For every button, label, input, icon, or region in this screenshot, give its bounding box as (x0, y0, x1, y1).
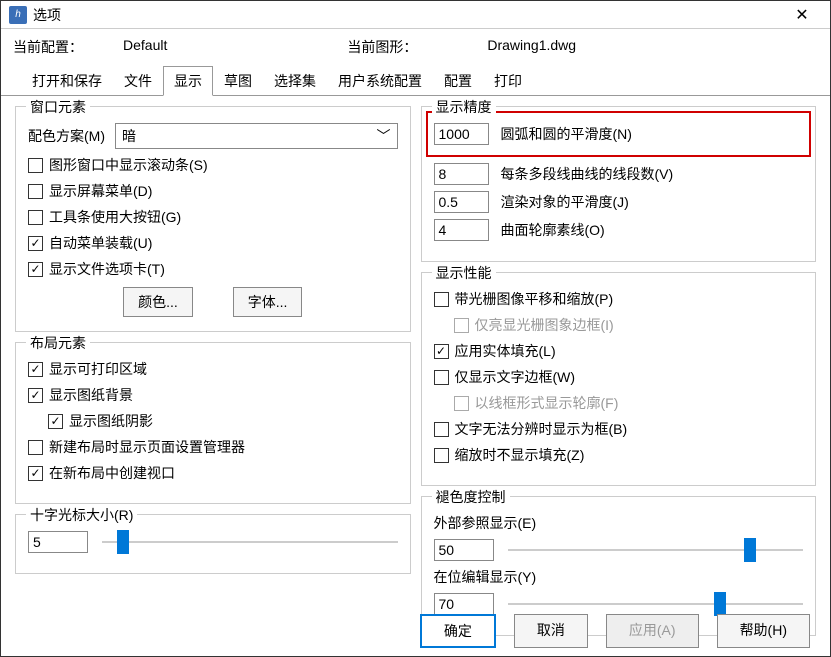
xref-fade-input[interactable]: 50 (434, 539, 494, 561)
big-buttons-checkbox[interactable] (28, 210, 43, 225)
apply-button: 应用(A) (606, 614, 699, 648)
screen-menu-checkbox[interactable] (28, 184, 43, 199)
xref-fade-slider[interactable] (508, 549, 804, 551)
window-title: 选项 (33, 5, 782, 25)
slider-thumb[interactable] (744, 538, 756, 562)
config-label: 当前配置： (13, 37, 83, 57)
fonts-button[interactable]: 字体... (233, 287, 303, 317)
precision-highlight: 显示精度 1000 圆弧和圆的平滑度(N) (426, 111, 812, 157)
drawing-label: 当前图形： (347, 37, 417, 57)
edit-fade-slider[interactable] (508, 603, 804, 605)
window-elements-group: 窗口元素 配色方案(M) 暗 ﹀ 图形窗口中显示滚动条(S) 显示屏幕菜单(D)… (15, 106, 411, 332)
contour-lines-label: 曲面轮廓素线(O) (501, 220, 605, 240)
display-performance-group: 显示性能 带光栅图像平移和缩放(P) 仅亮显光栅图象边框(I) 应用实体填充(L… (421, 272, 817, 486)
display-precision-group: 显示精度 1000 圆弧和圆的平滑度(N) 8 每条多段线曲线的线段数(V) 0… (421, 106, 817, 262)
render-smoothness-label: 渲染对象的平滑度(J) (501, 192, 629, 212)
slider-thumb[interactable] (714, 592, 726, 616)
layout-elements-title: 布局元素 (26, 333, 90, 353)
dialog-buttons: 确定 取消 应用(A) 帮助(H) (420, 614, 810, 648)
polyline-segments-label: 每条多段线曲线的线段数(V) (501, 164, 674, 184)
titlebar: h 选项 ✕ (1, 1, 830, 29)
tab-drafting[interactable]: 草图 (213, 66, 263, 96)
printable-area-checkbox[interactable] (28, 362, 43, 377)
crosshair-size-input[interactable]: 5 (28, 531, 88, 553)
page-setup-checkbox[interactable] (28, 440, 43, 455)
tab-files[interactable]: 文件 (113, 66, 163, 96)
viewport-checkbox[interactable] (28, 466, 43, 481)
tab-open-save[interactable]: 打开和保存 (21, 66, 113, 96)
text-box-checkbox[interactable] (434, 422, 449, 437)
info-row: 当前配置： Default 当前图形： Drawing1.dwg (1, 29, 830, 65)
ok-button[interactable]: 确定 (420, 614, 496, 648)
highlight-raster-checkbox (454, 318, 469, 333)
scrollbar-checkbox[interactable] (28, 158, 43, 173)
drawing-value: Drawing1.dwg (487, 37, 576, 57)
tab-display[interactable]: 显示 (163, 66, 213, 96)
fade-control-title: 褪色度控制 (432, 487, 510, 507)
color-scheme-label: 配色方案(M) (28, 126, 105, 146)
xref-fade-label: 外部参照显示(E) (434, 513, 804, 533)
arc-smoothness-input[interactable]: 1000 (434, 123, 489, 145)
config-value: Default (123, 37, 167, 57)
edit-fade-input[interactable]: 70 (434, 593, 494, 615)
crosshair-group: 十字光标大小(R) 5 (15, 514, 411, 574)
solid-fill-checkbox[interactable] (434, 344, 449, 359)
tab-selection[interactable]: 选择集 (263, 66, 327, 96)
edit-fade-label: 在位编辑显示(Y) (434, 567, 804, 587)
options-dialog: h 选项 ✕ 当前配置： Default 当前图形： Drawing1.dwg … (0, 0, 831, 657)
wireframe-checkbox (454, 396, 469, 411)
polyline-segments-input[interactable]: 8 (434, 163, 489, 185)
color-scheme-select[interactable]: 暗 ﹀ (115, 123, 398, 149)
crosshair-title: 十字光标大小(R) (26, 505, 137, 525)
raster-pan-checkbox[interactable] (434, 292, 449, 307)
render-smoothness-input[interactable]: 0.5 (434, 191, 489, 213)
chevron-down-icon: ﹀ (377, 126, 391, 146)
text-frame-checkbox[interactable] (434, 370, 449, 385)
layout-elements-group: 布局元素 显示可打印区域 显示图纸背景 显示图纸阴影 新建布局时显示页面设置管理… (15, 342, 411, 504)
app-icon: h (9, 6, 27, 24)
paper-bg-checkbox[interactable] (28, 388, 43, 403)
cancel-button[interactable]: 取消 (514, 614, 588, 648)
display-performance-title: 显示性能 (432, 263, 496, 283)
window-elements-title: 窗口元素 (26, 97, 90, 117)
close-button[interactable]: ✕ (782, 1, 822, 29)
display-precision-title: 显示精度 (432, 97, 496, 117)
help-button[interactable]: 帮助(H) (717, 614, 810, 648)
contour-lines-input[interactable]: 4 (434, 219, 489, 241)
tab-bar: 打开和保存 文件 显示 草图 选择集 用户系统配置 配置 打印 (1, 65, 830, 96)
slider-thumb[interactable] (117, 530, 129, 554)
paper-shadow-checkbox[interactable] (48, 414, 63, 429)
no-fill-zoom-checkbox[interactable] (434, 448, 449, 463)
colors-button[interactable]: 颜色... (123, 287, 193, 317)
tab-profiles[interactable]: 配置 (433, 66, 483, 96)
arc-smoothness-label: 圆弧和圆的平滑度(N) (501, 124, 632, 144)
crosshair-slider[interactable] (102, 541, 398, 543)
file-tabs-checkbox[interactable] (28, 262, 43, 277)
tab-user-prefs[interactable]: 用户系统配置 (327, 66, 433, 96)
tab-print[interactable]: 打印 (483, 66, 533, 96)
auto-menu-checkbox[interactable] (28, 236, 43, 251)
